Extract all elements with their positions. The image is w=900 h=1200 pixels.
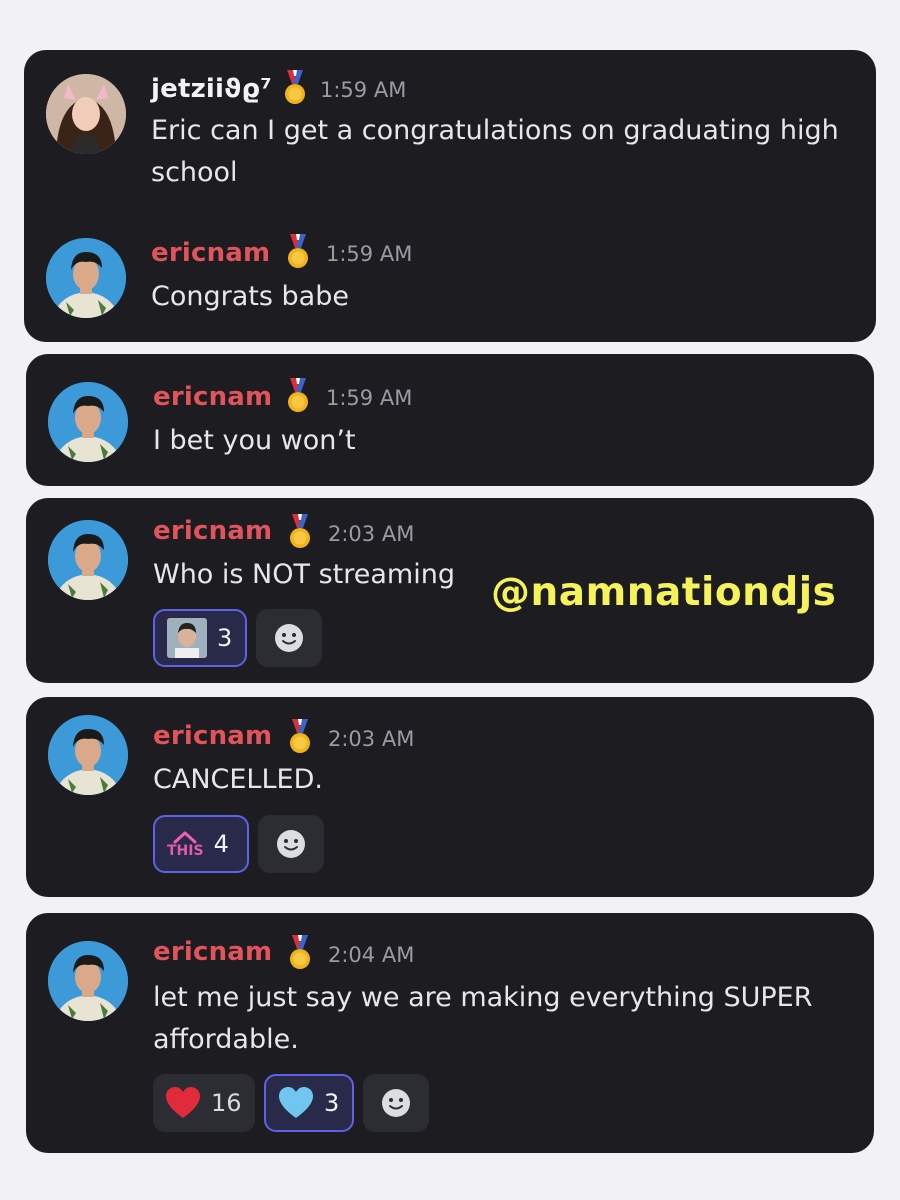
avatar[interactable] — [48, 520, 128, 600]
watermark: @namnationdjs — [491, 570, 837, 615]
message-card: ericnam 1:59 AM I bet you won’t — [26, 354, 874, 486]
medal-icon — [283, 70, 307, 106]
add-reaction-button[interactable] — [363, 1074, 429, 1132]
message: jetziiϑϱ⁷ 1:59 AM Eric can I get a congr… — [24, 50, 876, 188]
timestamp: 1:59 AM — [326, 242, 413, 266]
message: ericnam 1:59 AM I bet you won’t — [26, 354, 874, 474]
message: ericnam 2:04 AM let me just say we are m… — [26, 913, 874, 1055]
avatar[interactable] — [48, 941, 128, 1021]
message-card: jetziiϑϱ⁷ 1:59 AM Eric can I get a congr… — [24, 50, 876, 342]
smile-icon — [273, 622, 305, 654]
medal-icon — [288, 514, 312, 550]
timestamp: 2:04 AM — [328, 943, 415, 967]
this-emoji-icon: THIS — [167, 830, 204, 858]
reaction-count: 3 — [217, 624, 233, 652]
username[interactable]: ericnam — [153, 721, 272, 751]
avatar[interactable] — [46, 74, 126, 154]
reaction-count: 3 — [324, 1089, 340, 1117]
medal-icon — [286, 234, 310, 270]
message-text: let me just say we are making everything… — [153, 982, 813, 1055]
reaction-count: 16 — [211, 1089, 242, 1117]
add-reaction-button[interactable] — [258, 815, 324, 873]
medal-icon — [288, 935, 312, 971]
smile-icon — [275, 828, 307, 860]
reaction-this[interactable]: THIS 4 — [153, 815, 249, 873]
avatar[interactable] — [48, 382, 128, 462]
username[interactable]: ericnam — [153, 937, 272, 967]
username[interactable]: jetziiϑϱ⁷ — [151, 74, 272, 104]
reaction-count: 4 — [213, 830, 229, 858]
message-text: Eric can I get a congratulations on grad… — [151, 115, 839, 188]
reaction-light-blue-heart[interactable]: 3 — [264, 1074, 354, 1132]
medal-icon — [286, 378, 310, 414]
timestamp: 2:03 AM — [328, 727, 415, 751]
add-reaction-button[interactable] — [256, 609, 322, 667]
message: ericnam 1:59 AM Congrats babe — [24, 216, 876, 336]
username[interactable]: ericnam — [151, 238, 270, 268]
message-text: CANCELLED. — [153, 764, 323, 795]
timestamp: 1:59 AM — [326, 386, 413, 410]
medal-icon — [288, 719, 312, 755]
message-text: I bet you won’t — [153, 425, 356, 456]
username[interactable]: ericnam — [153, 516, 272, 546]
avatar[interactable] — [46, 238, 126, 318]
username[interactable]: ericnam — [153, 382, 272, 412]
message-card: ericnam 2:04 AM let me just say we are m… — [26, 913, 874, 1153]
timestamp: 1:59 AM — [320, 78, 407, 102]
smile-icon — [380, 1087, 412, 1119]
light-blue-heart-icon — [279, 1087, 313, 1118]
message: ericnam 2:03 AM CANCELLED. — [26, 697, 874, 817]
photo-emoji-icon — [167, 618, 207, 658]
reaction-photo[interactable]: 3 — [153, 609, 247, 667]
timestamp: 2:03 AM — [328, 522, 415, 546]
avatar[interactable] — [48, 715, 128, 795]
red-heart-icon — [166, 1087, 200, 1118]
reaction-red-heart[interactable]: 16 — [153, 1074, 255, 1132]
message-text: Congrats babe — [151, 281, 349, 312]
message-card: ericnam 2:03 AM CANCELLED. THIS 4 — [26, 697, 874, 897]
